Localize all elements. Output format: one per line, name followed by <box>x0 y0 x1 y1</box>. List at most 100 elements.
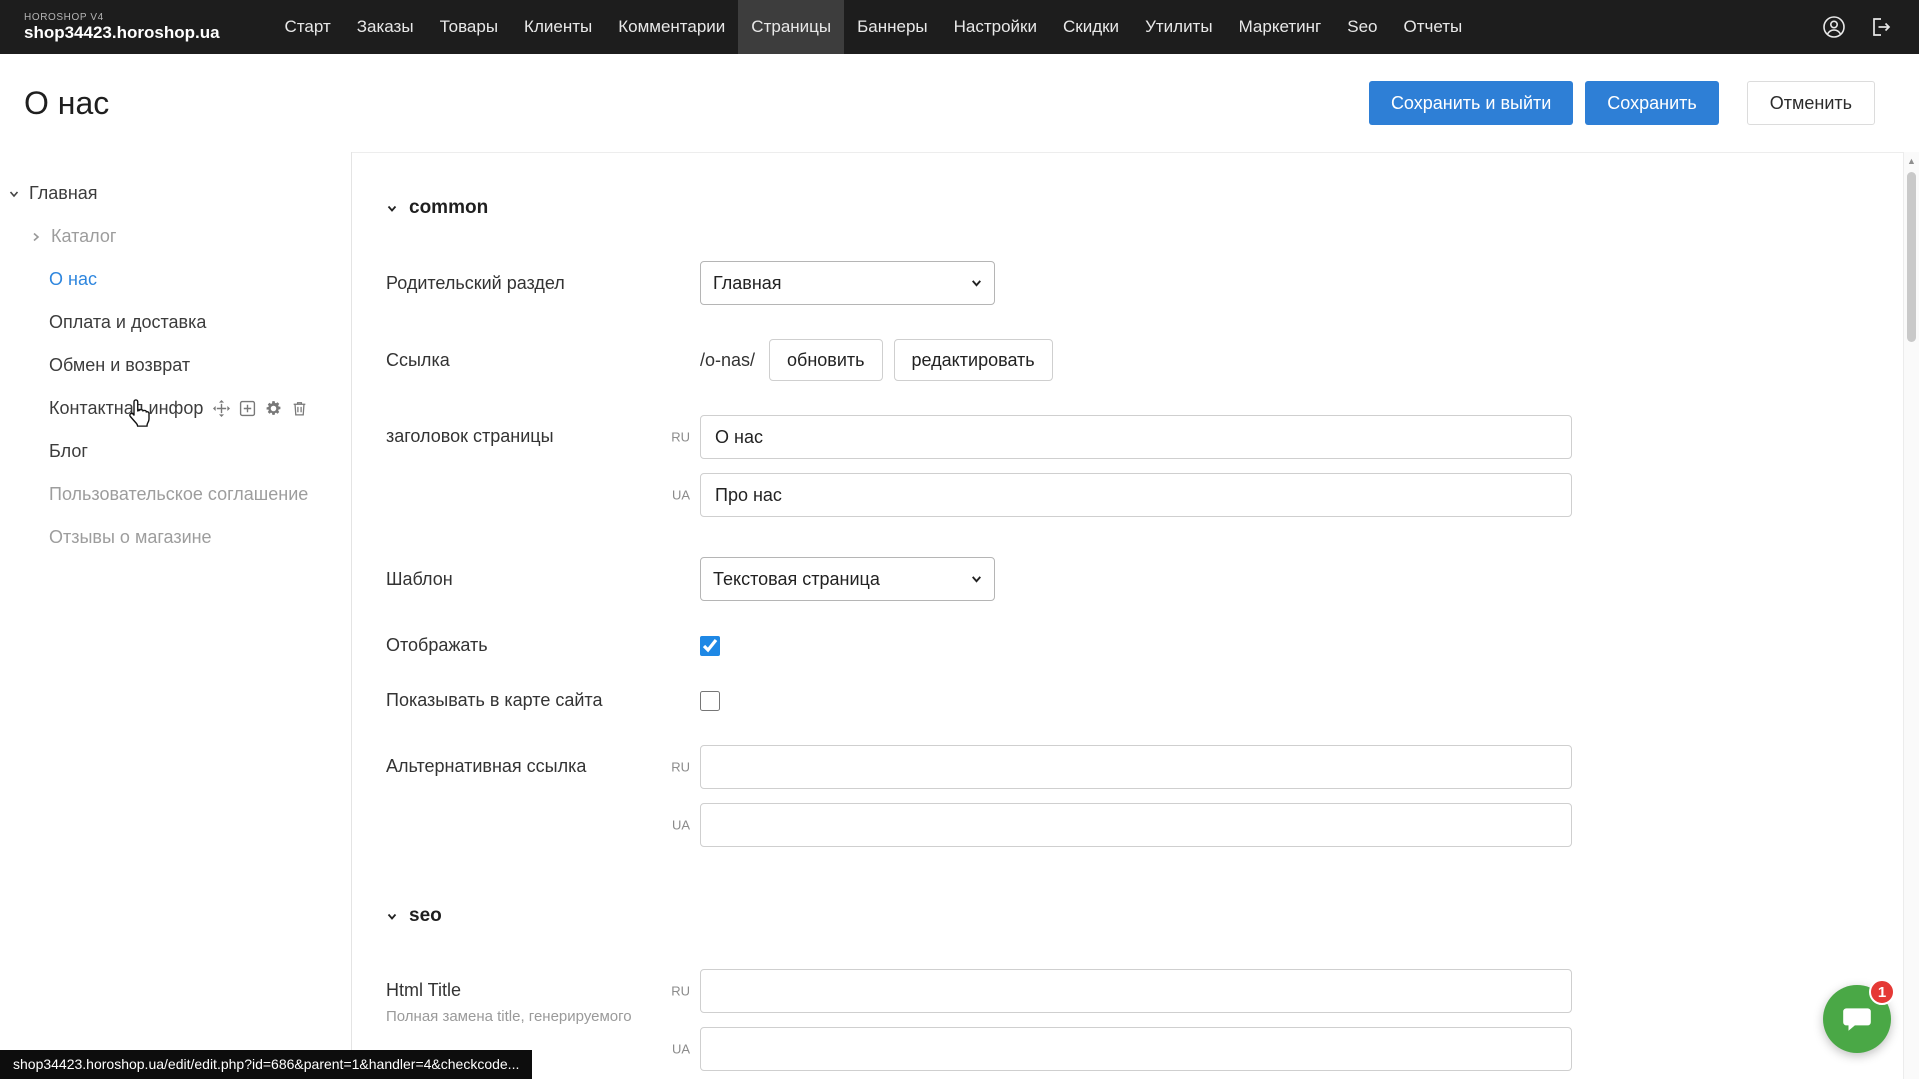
scrollbar-thumb[interactable] <box>1907 172 1916 342</box>
tree-item-label: Каталог <box>51 226 116 247</box>
display-checkbox[interactable] <box>700 636 720 656</box>
sitemap-label: Показывать в карте сайта <box>386 690 700 711</box>
page-header: О нас Сохранить и выйти Сохранить Отмени… <box>0 54 1919 152</box>
section-common-header[interactable]: common <box>386 197 1919 219</box>
tree-item-label: Контактная инфор <box>49 398 203 419</box>
delete-trash-icon[interactable] <box>291 400 308 417</box>
parent-section-label: Родительский раздел <box>386 273 700 294</box>
html-title-label: Html Title <box>386 969 700 1001</box>
form-row-display: Отображать <box>386 635 1919 656</box>
tree-item-soglashenie[interactable]: Пользовательское соглашение <box>0 473 351 516</box>
tree-item-label: Блог <box>49 441 88 462</box>
cancel-button[interactable]: Отменить <box>1747 81 1875 125</box>
user-account-icon[interactable] <box>1821 14 1847 40</box>
html-title-ru-input[interactable] <box>700 969 1572 1013</box>
section-seo-header[interactable]: seo <box>386 905 1919 927</box>
lang-badge-ru: RU <box>660 760 690 775</box>
link-edit-button[interactable]: редактировать <box>894 339 1053 381</box>
nav-item-banners[interactable]: Баннеры <box>844 0 941 54</box>
nav-item-settings[interactable]: Настройки <box>941 0 1050 54</box>
save-and-exit-button[interactable]: Сохранить и выйти <box>1369 81 1573 125</box>
nav-item-pages[interactable]: Страницы <box>738 0 844 54</box>
nav-item-products[interactable]: Товары <box>427 0 511 54</box>
tree-item-actions <box>213 400 308 417</box>
chevron-down-icon <box>386 202 398 214</box>
top-navbar: HOROSHOP V4 shop34423.horoshop.ua Старт … <box>0 0 1919 54</box>
chat-unread-badge: 1 <box>1869 979 1895 1005</box>
alt-link-label: Альтернативная ссылка <box>386 745 700 777</box>
page-heading-ru-input[interactable] <box>700 415 1572 459</box>
tree-item-kontaktnaya[interactable]: Контактная инфор <box>0 387 351 430</box>
lang-badge-ua: UA <box>660 1042 690 1057</box>
nav-item-seo[interactable]: Seo <box>1334 0 1390 54</box>
pages-tree-sidebar: Главная Каталог О нас Оплата и доставка … <box>0 152 352 1079</box>
form-row-link: Ссылка /o-nas/ обновить редактировать <box>386 339 1919 381</box>
tree-item-label: Отзывы о магазине <box>49 527 212 548</box>
nav-right-icons <box>1795 14 1919 40</box>
brand[interactable]: HOROSHOP V4 shop34423.horoshop.ua <box>24 12 220 42</box>
logout-icon[interactable] <box>1867 14 1893 40</box>
form-row-template: Шаблон Текстовая страница <box>386 557 1919 601</box>
nav-menu: Старт Заказы Товары Клиенты Комментарии … <box>272 0 1795 54</box>
nav-item-utilities[interactable]: Утилиты <box>1132 0 1226 54</box>
settings-gear-icon[interactable] <box>265 400 282 417</box>
nav-item-marketing[interactable]: Маркетинг <box>1226 0 1335 54</box>
page-heading-label: заголовок страницы <box>386 415 700 447</box>
nav-item-discounts[interactable]: Скидки <box>1050 0 1132 54</box>
template-select[interactable]: Текстовая страница <box>700 557 995 601</box>
chat-bubble-icon <box>1840 1002 1874 1036</box>
html-title-hint: Полная замена title, генерируемого <box>386 1008 666 1025</box>
tree-item-katalog[interactable]: Каталог <box>0 215 351 258</box>
nav-item-orders[interactable]: Заказы <box>344 0 427 54</box>
page-title: О нас <box>24 85 109 122</box>
template-label: Шаблон <box>386 569 700 590</box>
chevron-down-icon <box>386 910 398 922</box>
tree-item-label: О нас <box>49 269 97 290</box>
header-buttons: Сохранить и выйти Сохранить Отменить <box>1369 81 1875 125</box>
nav-item-reports[interactable]: Отчеты <box>1390 0 1475 54</box>
tree-item-o-nas[interactable]: О нас <box>0 258 351 301</box>
vertical-scrollbar[interactable]: ▲ <box>1903 152 1919 1079</box>
tree-item-oplata[interactable]: Оплата и доставка <box>0 301 351 344</box>
chevron-right-icon[interactable] <box>30 231 42 243</box>
nav-item-comments[interactable]: Комментарии <box>605 0 738 54</box>
nav-item-clients[interactable]: Клиенты <box>511 0 605 54</box>
section-seo-title: seo <box>409 905 442 927</box>
tree-item-obmen[interactable]: Обмен и возврат <box>0 344 351 387</box>
page-heading-ua-input[interactable] <box>700 473 1572 517</box>
brand-version: HOROSHOP V4 <box>24 12 220 23</box>
form-row-html-title: Html Title Полная замена title, генериру… <box>386 969 1919 1071</box>
lang-badge-ru: RU <box>660 984 690 999</box>
link-path-value: /o-nas/ <box>700 350 755 371</box>
nav-item-start[interactable]: Старт <box>272 0 344 54</box>
move-icon[interactable] <box>213 400 230 417</box>
tree-item-blog[interactable]: Блог <box>0 430 351 473</box>
section-common-title: common <box>409 197 488 219</box>
tree-item-label: Оплата и доставка <box>49 312 206 333</box>
sitemap-checkbox[interactable] <box>700 691 720 711</box>
html-title-ua-input[interactable] <box>700 1027 1572 1071</box>
lang-badge-ua: UA <box>660 488 690 503</box>
parent-section-select[interactable]: Главная <box>700 261 995 305</box>
lang-badge-ua: UA <box>660 818 690 833</box>
link-refresh-button[interactable]: обновить <box>769 339 883 381</box>
tree-item-label: Главная <box>29 183 98 204</box>
brand-domain: shop34423.horoshop.ua <box>24 23 220 42</box>
form-row-sitemap: Показывать в карте сайта <box>386 690 1919 711</box>
form-row-parent-section: Родительский раздел Главная <box>386 261 1919 305</box>
alt-link-ru-input[interactable] <box>700 745 1572 789</box>
form-row-alt-link: Альтернативная ссылка RU UA <box>386 745 1919 847</box>
chevron-down-icon[interactable] <box>8 188 20 200</box>
tree-item-otzyvy[interactable]: Отзывы о магазине <box>0 516 351 559</box>
tree-item-label: Обмен и возврат <box>49 355 190 376</box>
content-layout: Главная Каталог О нас Оплата и доставка … <box>0 152 1919 1079</box>
chat-widget-button[interactable]: 1 <box>1823 985 1891 1053</box>
scroll-up-arrow[interactable]: ▲ <box>1904 152 1919 166</box>
save-button[interactable]: Сохранить <box>1585 81 1718 125</box>
lang-badge-ru: RU <box>660 430 690 445</box>
add-page-icon[interactable] <box>239 400 256 417</box>
form-row-page-heading: заголовок страницы RU UA <box>386 415 1919 517</box>
tree-item-glavnaya[interactable]: Главная <box>0 172 351 215</box>
display-label: Отображать <box>386 635 700 656</box>
alt-link-ua-input[interactable] <box>700 803 1572 847</box>
